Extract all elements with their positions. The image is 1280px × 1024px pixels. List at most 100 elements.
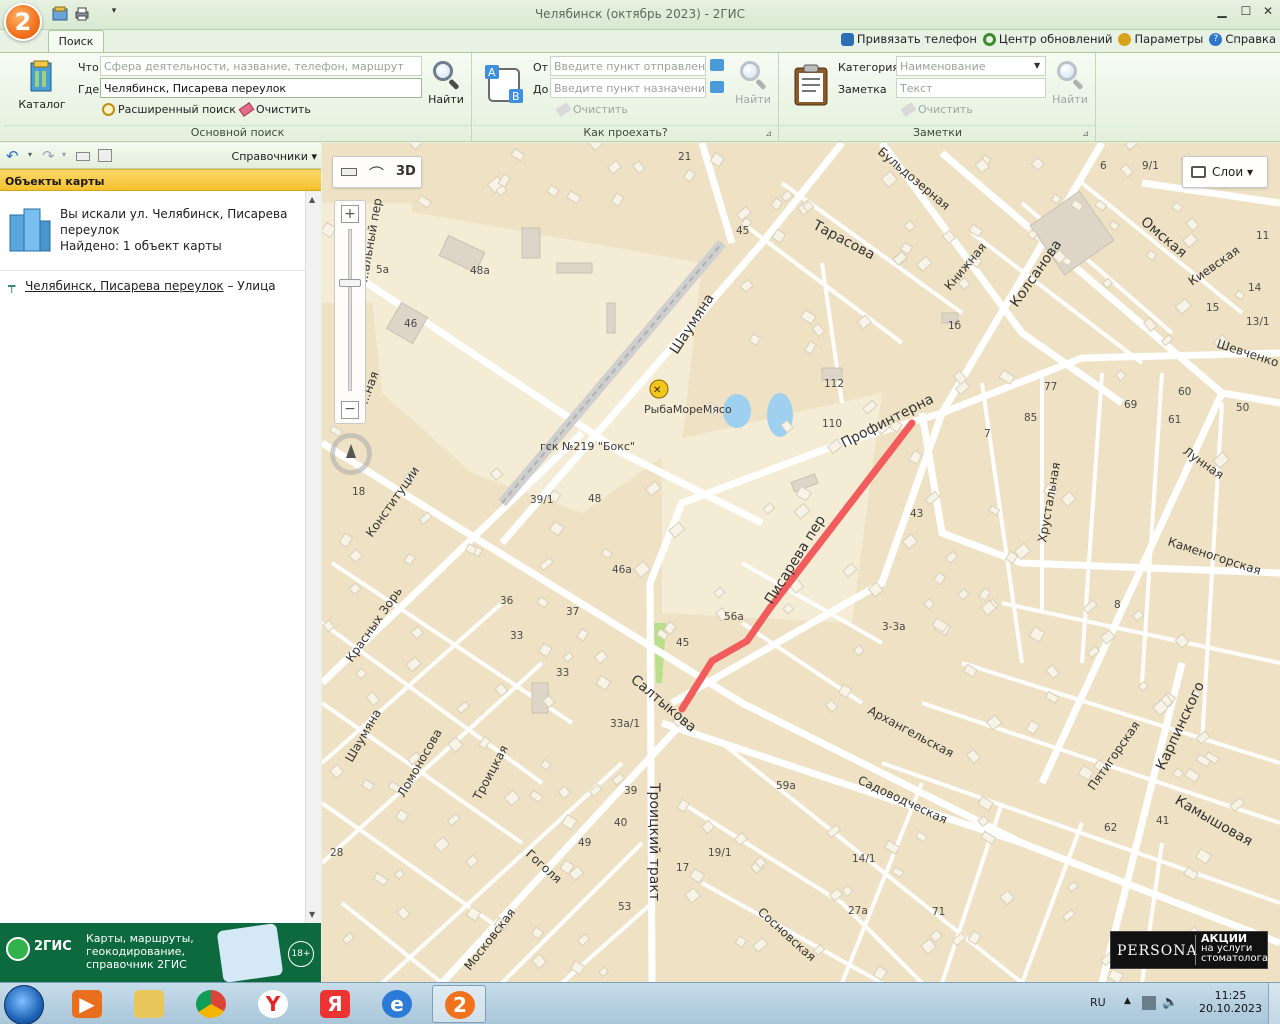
group-route-title: Как проехать?	[583, 126, 668, 139]
expand-icon[interactable]	[98, 149, 112, 162]
taskbar-chrome[interactable]	[184, 985, 238, 1023]
zoom-out-button[interactable]: −	[341, 401, 359, 419]
pick-from-on-map-icon[interactable]	[710, 59, 724, 71]
house	[562, 651, 574, 663]
close-icon[interactable]: ✕	[1258, 4, 1278, 22]
maximize-icon[interactable]: ☐	[1236, 4, 1256, 22]
find-button[interactable]: Найти	[424, 59, 468, 106]
link-settings[interactable]: Параметры	[1118, 32, 1203, 46]
app-logo[interactable]: 2	[4, 3, 42, 41]
start-button[interactable]	[4, 985, 44, 1024]
house	[465, 906, 482, 922]
map-view[interactable]: ✕ РыбаМореМясо гск №219 "Бокс" Тарасова …	[322, 143, 1280, 982]
route-find-button[interactable]: Найти	[731, 59, 775, 106]
notes-clipboard-icon[interactable]	[792, 63, 830, 107]
house-number: 46а	[612, 564, 632, 576]
street-troitskaya: Троицкая	[470, 743, 511, 804]
house	[915, 255, 933, 272]
collapse-icon[interactable]	[76, 152, 90, 161]
taskbar-explorer[interactable]	[122, 985, 176, 1023]
house	[914, 830, 928, 843]
taskbar-yandex[interactable]: Я	[308, 985, 362, 1023]
note-input[interactable]: Текст	[896, 78, 1046, 98]
forward-arrow-icon[interactable]: ↷	[42, 147, 55, 165]
link-update-center[interactable]: Центр обновлений	[982, 32, 1112, 46]
dialog-launcher-icon[interactable]: ⊿	[1082, 129, 1089, 138]
from-input[interactable]: Введите пункт отправления	[550, 56, 706, 76]
house-number: 56а	[724, 611, 744, 623]
advanced-search-button[interactable]: Расширенный поиск	[102, 103, 236, 116]
taskbar-ie[interactable]: e	[370, 985, 424, 1023]
result-link[interactable]: Челябинск, Писарева переулок	[25, 279, 224, 293]
house	[418, 511, 433, 525]
back-dropdown-icon[interactable]: ▾	[28, 150, 32, 159]
poi-gsk[interactable]: гск №219 "Бокс"	[540, 440, 635, 453]
taskbar-yandex-browser[interactable]: Y	[246, 985, 300, 1023]
promo-banner[interactable]: PERSONA АКЦИИ на услуги стоматолога	[1110, 931, 1268, 969]
tab-search[interactable]: Поиск	[48, 30, 104, 53]
clear-route-button[interactable]: Очистить	[555, 102, 628, 117]
network-icon[interactable]	[1142, 996, 1156, 1010]
house	[510, 148, 526, 162]
house	[595, 675, 612, 691]
layers-button[interactable]: Слои ▾	[1182, 156, 1268, 188]
house-number: 43	[910, 508, 923, 520]
to-input[interactable]: Введите пункт назначения	[550, 78, 706, 98]
what-input[interactable]: Сфера деятельности, название, телефон, м…	[100, 56, 422, 76]
house	[557, 785, 572, 800]
clear-notes-button[interactable]: Очистить	[900, 102, 973, 117]
eraser-icon	[238, 102, 255, 117]
house-number: 61	[1168, 414, 1181, 426]
result-type: – Улица	[223, 279, 276, 293]
house	[539, 759, 552, 771]
lasso-icon[interactable]: ⌒	[369, 163, 384, 184]
route-ab-icon[interactable]: AB	[483, 63, 525, 107]
notes-find-button[interactable]: Найти	[1048, 59, 1092, 106]
svg-text:A: A	[488, 66, 496, 79]
category-select[interactable]: Наименование	[896, 56, 1046, 76]
link-bind-phone[interactable]: Привязать телефон	[840, 32, 977, 46]
where-input[interactable]: Челябинск, Писарева переулок	[100, 78, 422, 98]
scroll-up-icon[interactable]: ▲	[309, 195, 315, 204]
clock[interactable]: 11:25 20.10.2023	[1199, 989, 1262, 1015]
ad-banner[interactable]: 2ГИС Карты, маршруты, геокодирование, сп…	[0, 923, 321, 983]
house	[1025, 720, 1040, 736]
house	[734, 935, 748, 949]
pick-to-on-map-icon[interactable]	[710, 81, 724, 93]
back-arrow-icon[interactable]: ↶	[6, 147, 19, 165]
dialog-launcher-icon[interactable]: ⊿	[765, 129, 772, 138]
where-label: Где	[78, 83, 100, 96]
left-panel-scrollbar[interactable]: ▲ ▼	[305, 191, 321, 923]
language-indicator[interactable]: RU	[1090, 996, 1106, 1009]
house-number: 28	[330, 847, 343, 859]
catalog-button[interactable]: Каталог	[14, 59, 70, 111]
house	[1119, 163, 1134, 178]
house-number: 15	[1206, 302, 1219, 314]
zoom-slider-track[interactable]	[348, 229, 352, 391]
scroll-down-icon[interactable]: ▼	[309, 910, 315, 919]
map-canvas[interactable]: ✕ РыбаМореМясо гск №219 "Бокс" Тарасова …	[322, 143, 1280, 982]
house	[933, 571, 947, 586]
ruler-icon[interactable]	[341, 168, 357, 176]
clear-search-button[interactable]: Очистить	[238, 102, 311, 117]
3d-button[interactable]: 3D	[396, 164, 416, 179]
volume-icon[interactable]: 🔈	[1162, 995, 1178, 1010]
chevron-down-icon[interactable]: ▼	[1034, 61, 1040, 70]
taskbar-media-player[interactable]: ▶	[60, 985, 114, 1023]
house	[811, 322, 826, 338]
zoom-in-button[interactable]: +	[341, 205, 359, 223]
help-icon: ?	[1209, 32, 1223, 46]
zoom-slider-handle[interactable]	[339, 279, 361, 287]
directories-dropdown[interactable]: Справочники ▾	[232, 150, 317, 163]
minimize-icon[interactable]: ▁	[1212, 4, 1232, 22]
forward-dropdown-icon[interactable]: ▾	[62, 150, 66, 159]
show-desktop-button[interactable]	[1268, 983, 1280, 1024]
street-troitsky: Троицкий тракт	[646, 782, 662, 901]
house-number: 71	[932, 906, 945, 918]
taskbar-2gis[interactable]: 2	[432, 985, 486, 1023]
poi-ryba[interactable]: РыбаМореМясо	[644, 403, 732, 416]
house	[348, 582, 362, 596]
compass[interactable]	[330, 433, 372, 475]
tray-expand-icon[interactable]: ▲	[1124, 996, 1131, 1006]
link-help[interactable]: ? Справка	[1209, 32, 1276, 46]
